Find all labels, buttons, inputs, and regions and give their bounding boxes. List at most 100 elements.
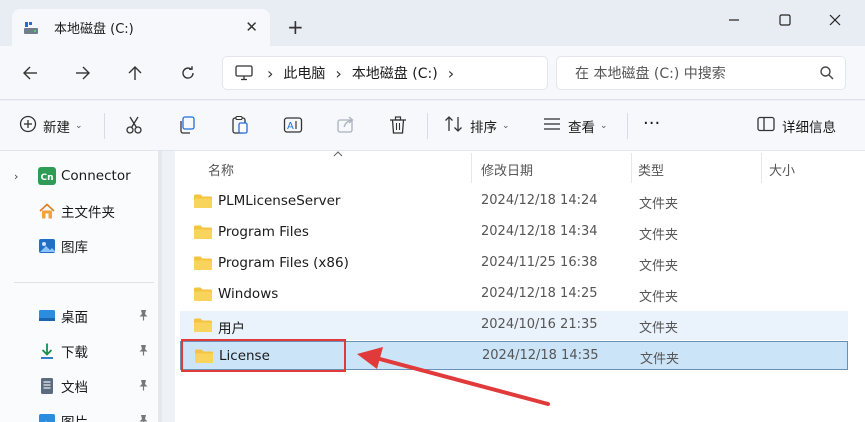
- annotation-highlight-box: [181, 339, 346, 372]
- pin-icon[interactable]: [138, 414, 149, 422]
- file-type: 文件夹: [639, 290, 679, 305]
- new-button[interactable]: 新建 ⌄: [19, 115, 83, 137]
- toolbar-divider: [427, 113, 428, 139]
- share-button[interactable]: [336, 115, 356, 139]
- sidebar-item-documents[interactable]: 文档: [0, 371, 160, 401]
- breadcrumb-expand[interactable]: ›: [448, 64, 454, 83]
- folder-icon: [193, 255, 213, 275]
- sidebar-scrollbar[interactable]: [158, 151, 162, 422]
- file-date: 2024/12/18 14:25: [481, 286, 598, 301]
- breadcrumb-separator[interactable]: ›: [335, 64, 341, 83]
- file-list: 名称 修改日期 类型 大小 PLMLicenseServer 2024/12/1…: [175, 151, 865, 422]
- folder-icon: [193, 193, 213, 213]
- view-button[interactable]: 查看 ⌄: [542, 115, 608, 137]
- cut-button[interactable]: [124, 115, 144, 139]
- sidebar-item-pictures[interactable]: 图片: [0, 406, 160, 422]
- command-bar: 新建 ⌄ A 排序 ⌄ 查看 ⌄ ··· 详细信息: [0, 101, 865, 151]
- file-type: 文件夹: [640, 352, 680, 367]
- sidebar-item-label: 主文件夹: [61, 205, 115, 221]
- sidebar-item-connector[interactable]: › Cn Connector: [0, 161, 160, 191]
- sidebar-item-home[interactable]: 主文件夹: [0, 196, 160, 226]
- file-name: Program Files: [218, 224, 309, 240]
- table-row[interactable]: Program Files 2024/12/18 14:34 文件夹: [180, 218, 848, 247]
- column-header-type[interactable]: 类型: [638, 151, 664, 187]
- sidebar-item-desktop[interactable]: 桌面: [0, 301, 160, 331]
- breadcrumb-this-pc[interactable]: 此电脑: [283, 63, 325, 83]
- search-input[interactable]: 在 本地磁盘 (C:) 中搜索: [556, 56, 846, 90]
- up-icon[interactable]: [122, 62, 148, 84]
- file-type: 文件夹: [639, 321, 679, 336]
- view-list-icon: [542, 115, 562, 137]
- drive-icon: [20, 18, 42, 38]
- more-options-button[interactable]: ···: [643, 113, 660, 134]
- column-header-name[interactable]: 名称: [208, 151, 234, 187]
- column-divider[interactable]: [471, 153, 472, 183]
- rename-button[interactable]: A: [283, 115, 303, 139]
- back-icon[interactable]: [17, 62, 43, 84]
- details-pane-button[interactable]: 详细信息: [756, 115, 836, 137]
- sidebar-item-downloads[interactable]: 下载: [0, 336, 160, 366]
- search-icon[interactable]: [819, 65, 835, 85]
- delete-button[interactable]: [388, 115, 408, 139]
- download-icon: [38, 342, 56, 360]
- sidebar-item-label: 图片: [61, 411, 88, 422]
- close-tab-icon[interactable]: ✕: [245, 18, 258, 36]
- pin-icon[interactable]: [138, 344, 149, 359]
- column-divider[interactable]: [761, 153, 762, 183]
- sort-icon: [444, 115, 464, 137]
- table-row[interactable]: PLMLicenseServer 2024/12/18 14:24 文件夹: [180, 187, 848, 216]
- table-row[interactable]: 用户 2024/10/16 21:35 文件夹: [180, 311, 848, 340]
- pin-icon[interactable]: [138, 379, 149, 394]
- column-divider[interactable]: [631, 153, 632, 183]
- address-bar: › 此电脑 › 本地磁盘 (C:) › 在 本地磁盘 (C:) 中搜索: [0, 46, 865, 100]
- copy-icon: [177, 115, 197, 139]
- copy-button[interactable]: [177, 115, 197, 139]
- chevron-right-icon[interactable]: ›: [14, 170, 18, 183]
- navigation-pane: › Cn Connector 主文件夹 图库 桌面 下载 文档: [0, 151, 160, 422]
- chevron-down-icon: ⌄: [75, 121, 83, 131]
- toolbar-divider: [627, 113, 628, 139]
- minimize-icon[interactable]: [714, 8, 754, 32]
- new-tab-button[interactable]: +: [287, 17, 304, 37]
- file-name: Windows: [218, 286, 279, 302]
- refresh-icon[interactable]: [175, 62, 201, 84]
- sort-button-label: 排序: [470, 120, 497, 136]
- sort-button[interactable]: 排序 ⌄: [444, 115, 510, 137]
- folder-icon: [193, 224, 213, 244]
- sort-ascending-icon: [333, 149, 343, 160]
- tab-local-disk[interactable]: 本地磁盘 (C:) ✕: [12, 9, 270, 46]
- table-row[interactable]: Windows 2024/12/18 14:25 文件夹: [180, 280, 848, 309]
- new-button-label: 新建: [43, 120, 70, 136]
- scissors-icon: [124, 115, 144, 139]
- paste-button[interactable]: [230, 115, 250, 139]
- breadcrumb-local-disk[interactable]: 本地磁盘 (C:): [352, 63, 438, 83]
- folder-icon: [193, 286, 213, 306]
- file-date: 2024/12/18 14:24: [481, 193, 598, 208]
- pictures-icon: [38, 412, 56, 422]
- tab-title: 本地磁盘 (C:): [54, 22, 134, 37]
- file-date: 2024/12/18 14:35: [482, 348, 599, 363]
- forward-icon[interactable]: [70, 62, 96, 84]
- sidebar-divider: [14, 282, 154, 283]
- chevron-down-icon: ⌄: [502, 121, 510, 131]
- close-window-icon[interactable]: [815, 8, 855, 32]
- sidebar-item-gallery[interactable]: 图库: [0, 231, 160, 261]
- file-date: 2024/11/25 16:38: [481, 255, 598, 270]
- table-row[interactable]: Program Files (x86) 2024/11/25 16:38 文件夹: [180, 249, 848, 278]
- pin-icon[interactable]: [138, 309, 149, 324]
- svg-text:A: A: [287, 121, 294, 132]
- file-date: 2024/12/18 14:34: [481, 224, 598, 239]
- view-button-label: 查看: [568, 120, 595, 136]
- plus-circle-icon: [19, 115, 37, 137]
- column-header-date[interactable]: 修改日期: [481, 151, 533, 187]
- file-name: Program Files (x86): [218, 255, 349, 271]
- address-input[interactable]: › 此电脑 › 本地磁盘 (C:) ›: [222, 56, 548, 90]
- column-header-size[interactable]: 大小: [769, 151, 795, 187]
- documents-icon: [38, 377, 56, 395]
- maximize-icon[interactable]: [765, 8, 805, 32]
- home-icon: [38, 202, 56, 220]
- clipboard-icon: [230, 115, 250, 139]
- connector-app-icon: Cn: [38, 167, 56, 185]
- details-pane-icon: [756, 115, 776, 137]
- sidebar-item-label: Connector: [61, 168, 131, 184]
